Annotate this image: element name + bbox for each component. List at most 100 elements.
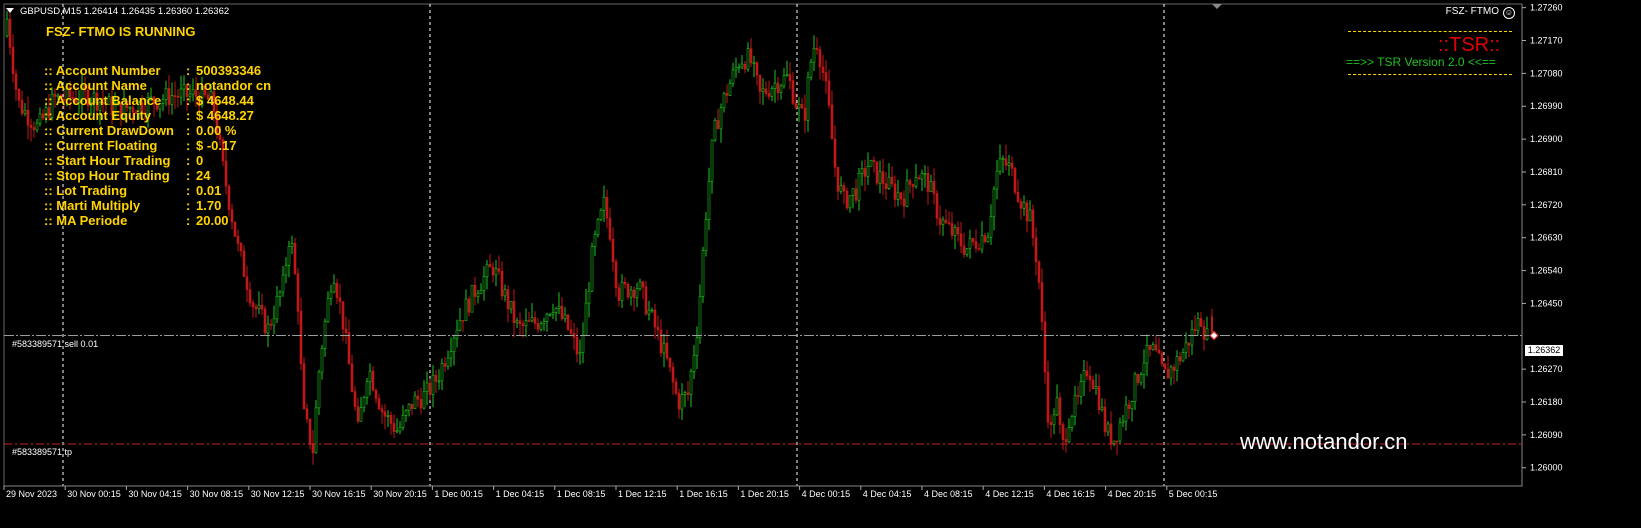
info-separator: : [186, 213, 191, 228]
candle-body [764, 88, 768, 94]
candle-body [1175, 356, 1179, 371]
info-label: :: Account Equity [44, 108, 152, 123]
candle-body [836, 167, 840, 192]
order-label-sell[interactable]: #583389571 sell 0.01 [12, 339, 98, 349]
info-value: 500393346 [196, 63, 262, 78]
candle-body [671, 366, 675, 383]
candle-body [17, 89, 21, 101]
candle-body [1106, 423, 1110, 433]
candle-body [656, 326, 660, 331]
info-separator: : [186, 138, 191, 153]
candle-body [1052, 414, 1056, 425]
expert-advisor-name[interactable]: FSZ- FTMO [1446, 6, 1499, 17]
candle-body [941, 219, 945, 225]
candle-body [281, 274, 285, 293]
candle-body [1133, 373, 1137, 402]
candle-body [677, 392, 681, 410]
candle-body [692, 355, 696, 372]
candle-body [239, 243, 243, 252]
candle-body [1079, 381, 1083, 397]
candle-body [878, 171, 882, 184]
symbol-menu-arrow-icon[interactable] [6, 8, 14, 13]
candle-body [665, 342, 669, 359]
info-label: :: Account Balance [44, 93, 162, 108]
candle-body [35, 122, 39, 131]
candle-body [1049, 422, 1053, 425]
info-value: $ 4648.27 [196, 108, 254, 123]
candle-body [1067, 427, 1071, 443]
candle-body [401, 415, 405, 428]
info-separator: : [186, 78, 191, 93]
order-label-tp[interactable]: #583389571 tp [12, 447, 72, 457]
candle-body [332, 282, 336, 293]
candle-body [896, 192, 900, 200]
candle-body [524, 320, 528, 327]
candle-body [263, 308, 267, 334]
candle-body [875, 161, 879, 184]
ea-smiley-icon[interactable]: ☺ [1503, 7, 1515, 19]
candle-body [782, 75, 786, 87]
candle-body [533, 317, 537, 324]
watermark-text: www.notandor.cn [1240, 429, 1408, 454]
candle-body [650, 309, 654, 312]
candle-body [947, 222, 951, 224]
candle-body [767, 93, 771, 97]
candle-body [167, 88, 171, 106]
time-tick-label: 4 Dec 00:15 [802, 489, 851, 499]
candle-body [1136, 373, 1140, 383]
candle-body [662, 342, 666, 354]
candle-body [998, 158, 1002, 172]
info-value: $ 4648.44 [196, 93, 254, 108]
candle-body [278, 291, 282, 297]
price-tick-label: 1.27260 [1530, 3, 1563, 13]
time-axis: 29 Nov 2023 30 Nov 00:15 30 Nov 04:15 30 No… [3, 485, 1522, 499]
candle-body [491, 266, 495, 276]
candle-body [512, 300, 516, 324]
candle-body [1187, 342, 1191, 346]
chart-shift-marker-icon[interactable] [1212, 4, 1222, 9]
candle-body [407, 403, 411, 411]
candle-body [884, 183, 888, 189]
candle-body [254, 306, 258, 310]
candle-body [545, 313, 549, 322]
candle-body [452, 337, 456, 353]
candle-body [695, 337, 699, 356]
candle-body [710, 139, 714, 182]
time-tick-label: 5 Dec 00:15 [1169, 489, 1218, 499]
candle-body [1196, 318, 1200, 331]
info-value: 0.00 % [196, 123, 237, 138]
info-value: 20.00 [196, 213, 229, 228]
candle-body [530, 317, 534, 322]
candle-body [929, 181, 933, 192]
info-separator: : [186, 123, 191, 138]
info-value: 0.01 [196, 183, 222, 198]
candle-body [227, 185, 231, 210]
time-tick-label: 4 Dec 08:15 [924, 489, 973, 499]
candle-body [911, 184, 915, 187]
candle-body [11, 47, 15, 75]
candle-body [812, 47, 816, 63]
info-value: notandor cn [196, 78, 272, 93]
candle-body [1184, 342, 1188, 353]
candle-body [1163, 363, 1167, 370]
candle-body [1058, 397, 1062, 425]
candle-body [1166, 368, 1170, 379]
candle-body [467, 298, 471, 313]
candle-body [638, 281, 642, 289]
candle-body [1037, 261, 1041, 283]
candle-body [974, 241, 978, 249]
candle-body [935, 193, 939, 219]
candle-body [539, 323, 543, 330]
candle-body [380, 408, 384, 413]
candle-body [1088, 375, 1092, 381]
candle-body [902, 198, 906, 207]
candle-body [887, 176, 891, 189]
candle-body [1040, 282, 1044, 323]
candle-body [563, 314, 567, 320]
candle-body [389, 414, 393, 424]
candle-body [317, 371, 321, 409]
candle-body [503, 289, 507, 297]
candle-body [1064, 439, 1068, 443]
candle-body [983, 235, 987, 243]
candle-body [368, 370, 372, 383]
